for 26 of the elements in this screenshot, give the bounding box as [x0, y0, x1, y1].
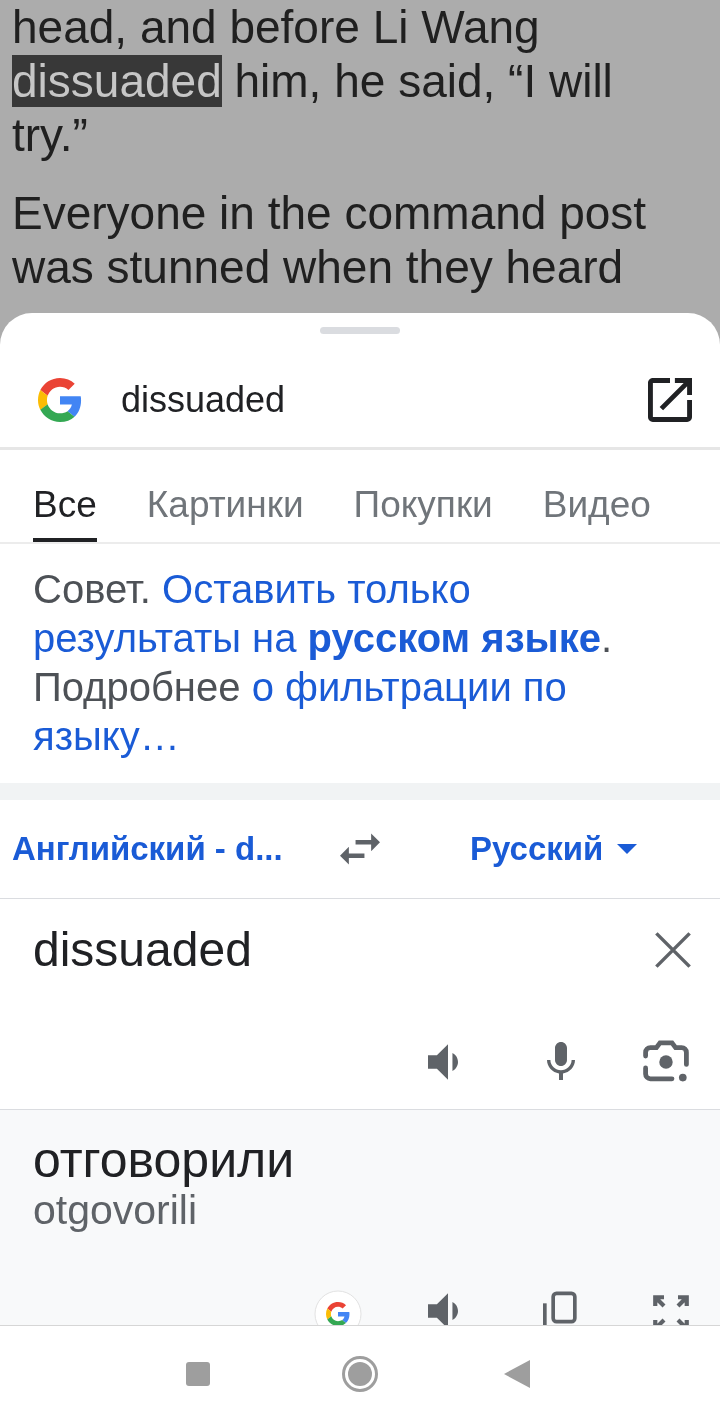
search-query: dissuaded: [121, 377, 286, 422]
transliteration-text: otgovorili: [33, 1187, 199, 1233]
home-icon[interactable]: [342, 1355, 378, 1392]
tab[interactable]: Покупки: [353, 485, 493, 542]
translation-text: отговорили: [33, 1131, 296, 1187]
translation-input[interactable]: dissuaded: [33, 922, 654, 978]
g-logo-icon: [38, 377, 82, 422]
drag-handle[interactable]: [320, 327, 400, 334]
tip-link[interactable]: Оставить только: [162, 567, 471, 611]
target-language-button[interactable]: Русский: [470, 824, 638, 874]
close-icon[interactable]: [654, 931, 692, 969]
tab[interactable]: Картинки: [146, 485, 304, 542]
source-language-button[interactable]: Английский - d...: [12, 824, 283, 874]
back-icon[interactable]: [504, 1359, 530, 1388]
square-icon[interactable]: [186, 1361, 210, 1386]
tip-link[interactable]: результаты на русском языке: [33, 616, 601, 660]
tab[interactable]: Видео: [542, 485, 651, 542]
tab[interactable]: Все: [33, 485, 97, 542]
language-tip-text: Совет. Оставить только результаты на русском языке. Подробнее о фильтрации по языку…: [33, 566, 614, 760]
tip-link[interactable]: языку…: [33, 714, 180, 758]
open-in-new-icon[interactable]: [648, 377, 692, 422]
tip-link[interactable]: о фильтрации по: [251, 665, 567, 709]
paragraph-text: Everyone in the command post was stunned when they heard: [12, 186, 648, 294]
fullscreen-icon[interactable]: [650, 1292, 692, 1325]
caret-icon: [617, 844, 638, 854]
paragraph-text: head, and before Li Wang dissuaded him, he said, “I will try.”: [12, 0, 614, 162]
